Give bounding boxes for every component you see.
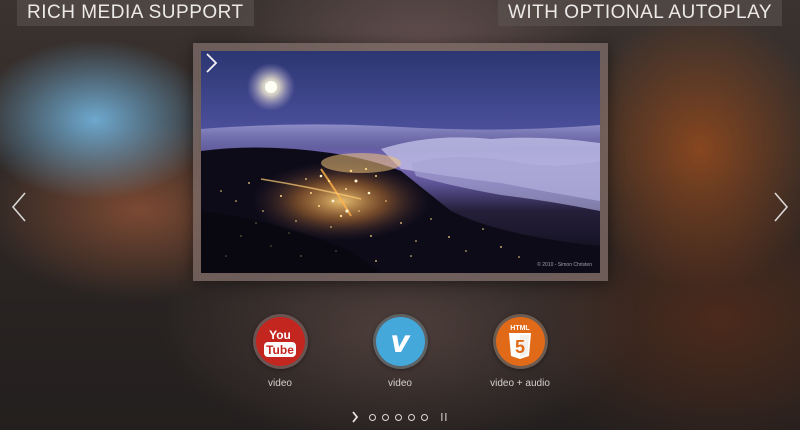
html5-icon[interactable]: HTML 5 [492,314,548,369]
youtube-icon-text-top: You [269,328,291,342]
photo-credit: © 2010 - Simon Christen [537,262,592,268]
night-city-photo [201,63,600,273]
vimeo-label: video [388,378,412,389]
pagination-dot[interactable] [408,413,415,421]
rich-media-heading: RICH MEDIA SUPPORT [17,0,254,26]
next-slide-arrow-icon[interactable] [772,191,790,223]
pagination-dot[interactable] [395,413,402,421]
slide-frame: © 2010 - Simon Christen [193,43,608,281]
youtube-media-item[interactable]: You Tube video [220,314,340,389]
vimeo-icon[interactable]: v [372,314,428,369]
vimeo-icon-letter: v [390,325,411,360]
previous-slide-arrow-icon[interactable] [10,191,28,223]
pause-icon[interactable] [440,411,448,423]
vimeo-media-item[interactable]: v video [340,314,460,389]
html5-icon-text-top: HTML [510,325,530,332]
html5-label: video + audio [490,378,550,389]
html5-media-item[interactable]: HTML 5 video + audio [460,314,580,389]
autoplay-heading: WITH OPTIONAL AUTOPLAY [497,0,782,26]
html5-icon-digit: 5 [515,337,525,357]
slide-next-arrow-icon[interactable] [201,51,221,75]
slide-photo[interactable]: © 2010 - Simon Christen [201,51,600,273]
youtube-label: video [268,378,292,389]
pagination-dot[interactable] [369,413,376,421]
youtube-icon-text-bottom: Tube [266,343,294,357]
slideshow-controls [351,410,448,424]
pagination-dot[interactable] [382,413,389,421]
play-icon[interactable] [351,411,359,423]
youtube-icon[interactable]: You Tube [252,314,308,369]
pagination-dot[interactable] [421,413,428,421]
